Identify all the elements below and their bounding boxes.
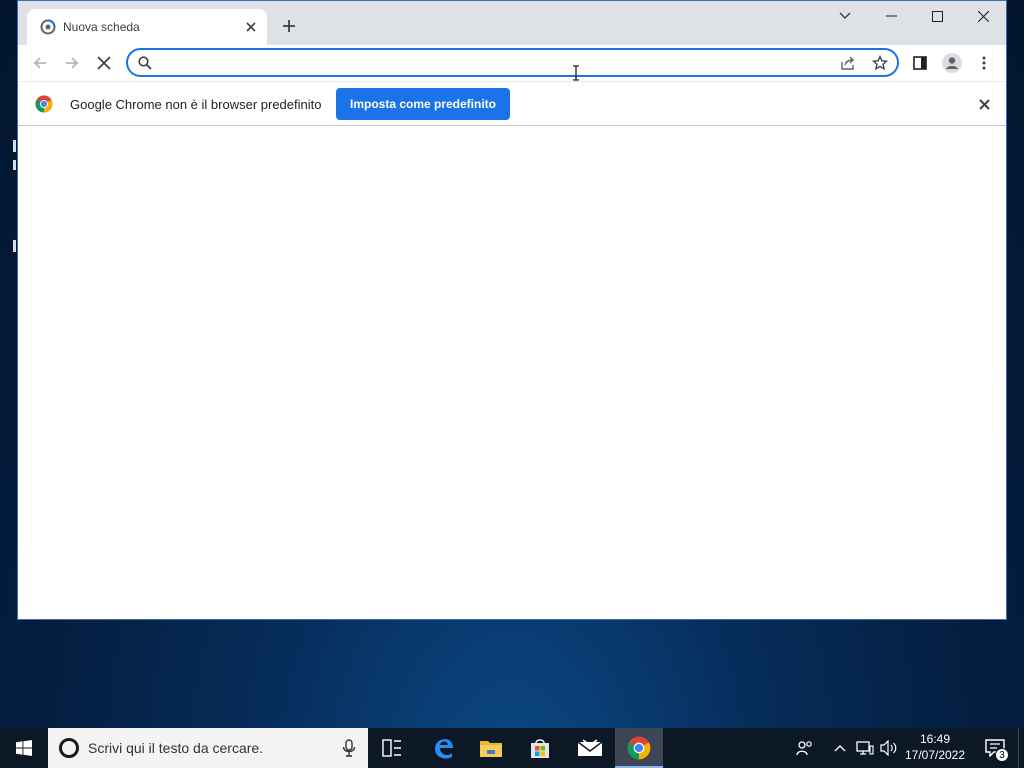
microsoft-store-icon[interactable] [516, 728, 564, 768]
desktop-icon-fragment [13, 160, 16, 170]
bookmark-star-icon[interactable] [871, 54, 889, 72]
side-panel-icon[interactable] [906, 49, 934, 77]
maximize-button[interactable] [914, 1, 960, 31]
tab-search-chevron-icon[interactable] [822, 1, 868, 31]
default-browser-infobar: Google Chrome non è il browser predefini… [18, 81, 1006, 126]
file-explorer-icon[interactable] [467, 728, 515, 768]
tab-strip: Nuova scheda [18, 1, 1006, 45]
microphone-icon[interactable] [342, 739, 356, 757]
taskbar-search-box[interactable]: Scrivi qui il testo da cercare. [48, 728, 368, 768]
set-default-browser-button[interactable]: Imposta come predefinito [336, 88, 510, 120]
minimize-button[interactable] [868, 1, 914, 31]
toolbar [18, 45, 1006, 81]
page-content [18, 126, 1006, 619]
mail-icon[interactable] [566, 728, 614, 768]
cortana-icon [59, 738, 79, 758]
task-view-icon[interactable] [368, 728, 416, 768]
chrome-loading-icon [40, 19, 56, 35]
chrome-logo-icon [35, 95, 53, 113]
desktop-icon-fragment [13, 240, 16, 252]
desktop-icon-fragment [13, 140, 16, 152]
back-arrow-icon[interactable] [26, 49, 54, 77]
share-icon[interactable] [839, 54, 857, 72]
chrome-taskbar-icon[interactable] [615, 728, 663, 768]
close-window-button[interactable] [960, 1, 1006, 31]
show-desktop-button[interactable] [1018, 728, 1024, 768]
windows-start-icon[interactable] [0, 728, 48, 768]
stop-loading-icon[interactable] [90, 49, 118, 77]
profile-avatar-icon[interactable] [938, 49, 966, 77]
action-center-icon[interactable]: 3 [978, 728, 1012, 768]
tab-nuova-scheda[interactable]: Nuova scheda [27, 9, 267, 45]
edge-icon[interactable] [419, 728, 467, 768]
taskbar: Scrivi qui il testo da cercare. 16:49 17… [0, 728, 1024, 768]
address-bar[interactable] [126, 48, 899, 77]
notification-count-badge: 3 [995, 748, 1009, 762]
new-tab-button[interactable] [278, 15, 300, 37]
infobar-close-icon[interactable] [974, 94, 994, 114]
menu-kebab-icon[interactable] [970, 49, 998, 77]
address-input[interactable] [158, 52, 818, 73]
chevron-up-icon[interactable] [830, 738, 850, 758]
clock-time: 16:49 [919, 732, 951, 746]
clock-date: 17/07/2022 [904, 748, 966, 762]
forward-arrow-icon[interactable] [58, 49, 86, 77]
text-cursor-icon [571, 65, 581, 81]
tab-title: Nuova scheda [63, 20, 140, 34]
tab-close-icon[interactable] [241, 17, 261, 37]
infobar-message: Google Chrome non è il browser predefini… [70, 97, 322, 112]
search-icon [136, 54, 154, 72]
taskbar-clock[interactable]: 16:49 17/07/2022 [900, 731, 970, 765]
chrome-window: Nuova scheda Google Chrome non è il brow… [17, 0, 1007, 620]
network-icon[interactable] [855, 738, 875, 758]
volume-icon[interactable] [879, 738, 899, 758]
search-placeholder: Scrivi qui il testo da cercare. [88, 740, 264, 756]
people-icon[interactable] [795, 738, 815, 758]
